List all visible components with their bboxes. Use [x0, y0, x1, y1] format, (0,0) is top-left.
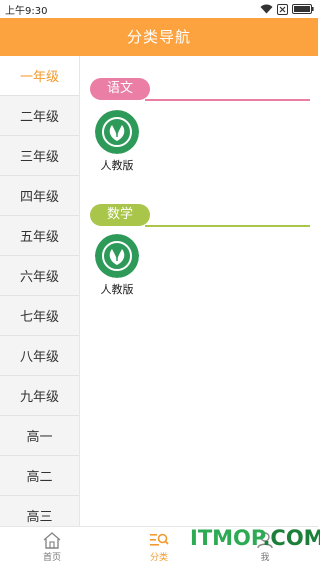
pep-logo-icon: [95, 110, 139, 154]
tab-label: 我: [260, 553, 270, 563]
category-search-icon: [150, 533, 169, 546]
status-time: 上午9:30: [5, 6, 48, 17]
book-item[interactable]: 人教版: [94, 110, 140, 173]
tab-label: 分类: [149, 553, 168, 563]
subject-content: 语文 人教版 数学 人教版: [81, 56, 318, 526]
sidebar-item-grade-5[interactable]: 五年级: [0, 216, 79, 256]
page-title: 分类导航: [126, 28, 191, 46]
sidebar-item-grade-6[interactable]: 六年级: [0, 256, 79, 296]
sidebar-item-senior-1[interactable]: 高一: [0, 416, 79, 456]
book-label: 人教版: [100, 159, 134, 172]
battery-icon: [292, 4, 314, 14]
sidebar-item-grade-8[interactable]: 八年级: [0, 336, 79, 376]
pep-logo-icon: [95, 234, 139, 278]
tab-me[interactable]: 我: [235, 527, 295, 566]
tab-label: 首页: [42, 553, 61, 563]
grade-sidebar[interactable]: 一年级 二年级 三年级 四年级 五年级 六年级 七年级 八年级 九年级 高一 高…: [0, 56, 80, 526]
subject-section-math: 数学: [90, 204, 310, 228]
sidebar-item-grade-9[interactable]: 九年级: [0, 376, 79, 416]
section-divider: [145, 99, 310, 101]
section-header: 数学: [90, 204, 310, 228]
sidebar-item-grade-2[interactable]: 二年级: [0, 96, 79, 136]
section-title: 语文: [90, 78, 150, 100]
app-header: 分类导航: [0, 18, 318, 56]
tab-category[interactable]: 分类: [129, 527, 189, 566]
close-box-icon: [277, 3, 288, 15]
subject-section-chinese: 语文: [90, 78, 310, 102]
status-bar: 上午9:30: [0, 0, 318, 18]
book-item[interactable]: 人教版: [94, 234, 140, 297]
sidebar-item-senior-2[interactable]: 高二: [0, 456, 79, 496]
sidebar-item-grade-7[interactable]: 七年级: [0, 296, 79, 336]
wifi-icon: [260, 4, 273, 14]
person-icon: [257, 532, 273, 549]
section-header: 语文: [90, 78, 310, 102]
tab-home[interactable]: 首页: [22, 527, 82, 566]
sidebar-item-grade-1[interactable]: 一年级: [0, 56, 79, 96]
sidebar-item-grade-3[interactable]: 三年级: [0, 136, 79, 176]
bottom-nav: 首页 分类 我: [0, 526, 318, 566]
sidebar-item-grade-4[interactable]: 四年级: [0, 176, 79, 216]
section-title: 数学: [90, 204, 150, 226]
book-label: 人教版: [100, 283, 134, 296]
home-icon: [43, 532, 61, 549]
section-divider: [145, 225, 310, 227]
status-icons: [260, 3, 314, 15]
sidebar-item-senior-3[interactable]: 高三: [0, 496, 79, 526]
